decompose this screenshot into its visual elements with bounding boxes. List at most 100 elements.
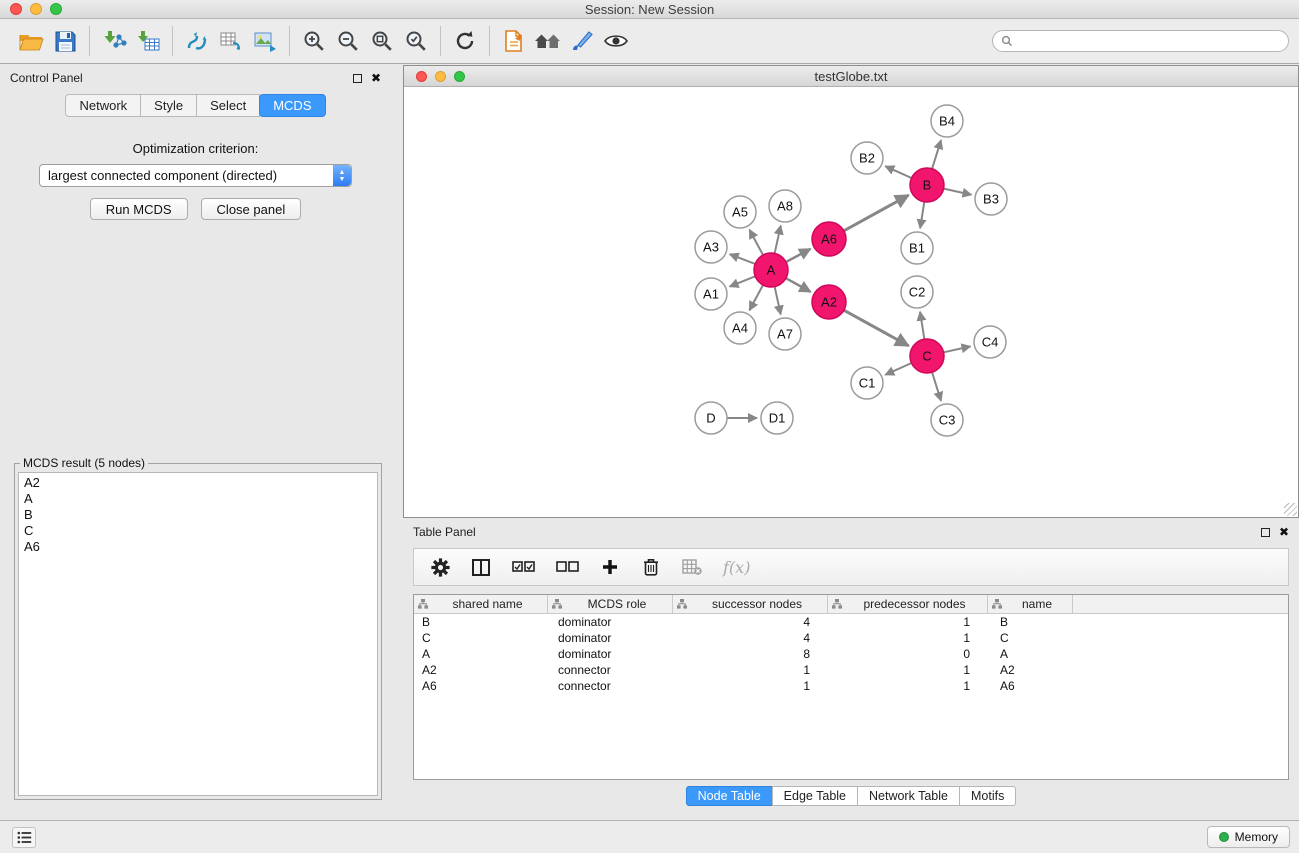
graph-edge-C-C2[interactable] (920, 312, 924, 339)
column-header-shared-name[interactable]: shared name (414, 595, 548, 613)
select-all-button[interactable] (512, 561, 535, 573)
export-document-button[interactable] (497, 24, 531, 58)
graph-node-C2[interactable]: C2 (901, 276, 933, 308)
refresh-button[interactable] (448, 24, 482, 58)
graph-edge-A-A4[interactable] (749, 285, 763, 310)
table-settings-button[interactable] (430, 558, 450, 577)
new-network-button[interactable] (180, 24, 214, 58)
graph-node-A3[interactable]: A3 (695, 231, 727, 263)
graph-node-B2[interactable]: B2 (851, 142, 883, 174)
column-header-successor-nodes[interactable]: successor nodes (673, 595, 828, 613)
graph-edge-B-B3[interactable] (944, 189, 972, 195)
show-hide-button[interactable] (599, 24, 633, 58)
close-window-button[interactable] (10, 3, 22, 15)
search-field[interactable] (992, 30, 1289, 52)
graph-edge-B-B4[interactable] (932, 140, 941, 169)
graph-edge-A-A6[interactable] (786, 249, 810, 262)
graph-edge-B-B2[interactable] (885, 166, 911, 178)
zoom-in-button[interactable] (297, 24, 331, 58)
graph-node-A8[interactable]: A8 (769, 190, 801, 222)
graph-node-B[interactable]: B (910, 168, 944, 202)
mcds-result-item[interactable]: B (24, 507, 372, 523)
home-button[interactable] (531, 24, 565, 58)
mcds-result-item[interactable]: A (24, 491, 372, 507)
criterion-dropdown[interactable]: largest connected component (directed) ▲… (39, 164, 352, 187)
zoom-fit-button[interactable] (365, 24, 399, 58)
graph-node-A7[interactable]: A7 (769, 318, 801, 350)
graph-node-C3[interactable]: C3 (931, 404, 963, 436)
export-image-button[interactable] (248, 24, 282, 58)
search-input[interactable] (1018, 34, 1280, 48)
zoom-window-button[interactable] (50, 3, 62, 15)
delete-column-button[interactable] (641, 558, 661, 576)
control-panel-tab-select[interactable]: Select (196, 94, 260, 117)
table-row[interactable]: Adominator80A (414, 646, 1288, 662)
graph-edge-C-C4[interactable] (944, 346, 971, 352)
control-panel-tab-network[interactable]: Network (65, 94, 141, 117)
table-tab-motifs[interactable]: Motifs (959, 786, 1016, 806)
graph-node-B3[interactable]: B3 (975, 183, 1007, 215)
graph-edge-B-B1[interactable] (920, 202, 924, 228)
new-network-from-table-button[interactable] (214, 24, 248, 58)
open-file-button[interactable] (14, 24, 48, 58)
column-header-MCDS-role[interactable]: MCDS role (548, 595, 673, 613)
graph-node-A4[interactable]: A4 (724, 312, 756, 344)
function-builder-button[interactable]: f(x) (723, 558, 750, 577)
graph-edge-A2-C[interactable] (844, 310, 909, 346)
graph-node-C4[interactable]: C4 (974, 326, 1006, 358)
float-table-panel-icon[interactable] (1261, 528, 1270, 537)
graph-edge-A-A8[interactable] (775, 226, 781, 254)
graph-edge-A-A2[interactable] (786, 278, 811, 292)
run-mcds-button[interactable]: Run MCDS (90, 198, 188, 220)
deselect-all-button[interactable] (556, 561, 579, 573)
graph-node-D1[interactable]: D1 (761, 402, 793, 434)
resize-handle[interactable] (1284, 503, 1297, 516)
show-columns-button[interactable] (471, 559, 491, 576)
close-panel-button[interactable]: Close panel (201, 198, 302, 220)
graph-node-C1[interactable]: C1 (851, 367, 883, 399)
column-header-name[interactable]: name (988, 595, 1073, 613)
close-network-window-button[interactable] (416, 71, 427, 82)
memory-button[interactable]: Memory (1207, 826, 1290, 848)
delete-table-button[interactable] (682, 559, 702, 575)
add-column-button[interactable] (600, 559, 620, 575)
table-row[interactable]: Bdominator41B (414, 614, 1288, 630)
graph-edge-A-A5[interactable] (749, 230, 763, 255)
graph-node-A[interactable]: A (754, 253, 788, 287)
graph-node-B4[interactable]: B4 (931, 105, 963, 137)
graph-edge-A-A3[interactable] (730, 254, 755, 264)
table-tab-network-table[interactable]: Network Table (857, 786, 960, 806)
graph-edge-A-A1[interactable] (730, 276, 756, 286)
paint-style-button[interactable] (565, 24, 599, 58)
mcds-result-item[interactable]: A6 (24, 539, 372, 555)
control-panel-tab-style[interactable]: Style (140, 94, 197, 117)
zoom-selected-button[interactable] (399, 24, 433, 58)
graph-node-C[interactable]: C (910, 339, 944, 373)
mcds-result-item[interactable]: C (24, 523, 372, 539)
graph-node-A2[interactable]: A2 (812, 285, 846, 319)
import-network-button[interactable] (97, 24, 131, 58)
zoom-network-window-button[interactable] (454, 71, 465, 82)
column-header-predecessor-nodes[interactable]: predecessor nodes (828, 595, 988, 613)
minimize-network-window-button[interactable] (435, 71, 446, 82)
table-row[interactable]: A6connector11A6 (414, 678, 1288, 694)
table-row[interactable]: A2connector11A2 (414, 662, 1288, 678)
graph-edge-C-C3[interactable] (932, 372, 941, 401)
task-history-button[interactable] (12, 827, 36, 848)
network-canvas[interactable]: B4 B2 B B3 A5 A8 A6 B1 A3 A C2 A1 A2 A4 A7 C4 C C1 C3 D D1 (404, 87, 1298, 517)
graph-node-A6[interactable]: A6 (812, 222, 846, 256)
close-table-panel-icon[interactable]: ✖ (1279, 526, 1289, 538)
graph-node-A5[interactable]: A5 (724, 196, 756, 228)
table-tab-edge-table[interactable]: Edge Table (772, 786, 858, 806)
table-row[interactable]: Cdominator41C (414, 630, 1288, 646)
import-table-button[interactable] (131, 24, 165, 58)
save-session-button[interactable] (48, 24, 82, 58)
zoom-out-button[interactable] (331, 24, 365, 58)
float-panel-icon[interactable] (353, 74, 362, 83)
table-tab-node-table[interactable]: Node Table (686, 786, 773, 806)
minimize-window-button[interactable] (30, 3, 42, 15)
graph-node-B1[interactable]: B1 (901, 232, 933, 264)
graph-node-D[interactable]: D (695, 402, 727, 434)
graph-node-A1[interactable]: A1 (695, 278, 727, 310)
graph-edge-A6-B[interactable] (844, 195, 909, 231)
